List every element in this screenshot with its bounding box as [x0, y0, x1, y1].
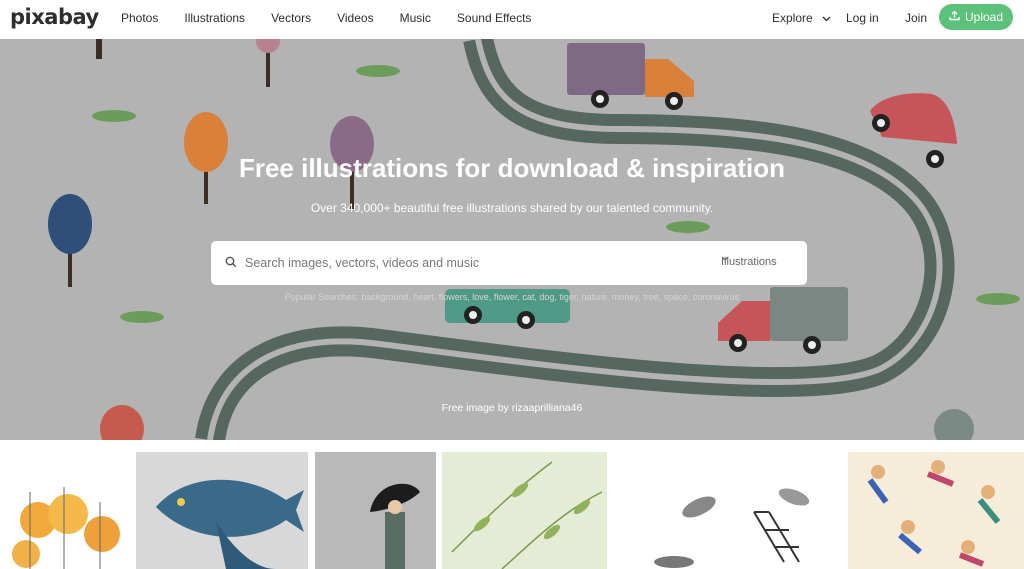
- thumbnail-cats[interactable]: [614, 452, 841, 569]
- nav-vectors[interactable]: Vectors: [271, 11, 311, 25]
- search-input[interactable]: [245, 241, 685, 285]
- search-type-label: Illustrations: [721, 256, 777, 268]
- explore-menu[interactable]: Explore: [772, 11, 831, 25]
- nav-photos[interactable]: Photos: [121, 11, 158, 25]
- login-link[interactable]: Log in: [846, 11, 879, 25]
- image-grid: [0, 452, 1024, 569]
- hero-title: Free illustrations for download & inspir…: [238, 153, 786, 183]
- nav-videos[interactable]: Videos: [337, 11, 373, 25]
- hero-banner: Free illustrations for download & inspir…: [0, 39, 1024, 440]
- upload-icon: [949, 10, 960, 24]
- explore-label: Explore: [772, 11, 813, 25]
- upload-label: Upload: [964, 10, 1004, 24]
- nav-sound-effects[interactable]: Sound Effects: [457, 11, 532, 25]
- thumbnail-leaves[interactable]: [442, 452, 607, 569]
- thumbnail-umbrella[interactable]: [315, 452, 436, 569]
- chevron-down-icon: [822, 14, 831, 25]
- search-bar: Illustrations: [211, 241, 807, 285]
- join-link[interactable]: Join: [905, 11, 927, 25]
- thumbnail-flowers[interactable]: [0, 452, 128, 569]
- thumbnail-yoga[interactable]: [848, 452, 1024, 569]
- pixabay-logo[interactable]: pixabay: [10, 5, 99, 29]
- top-navigation-bar: pixabay Photos Illustrations Vectors Vid…: [0, 0, 1024, 38]
- main-nav: Photos Illustrations Vectors Videos Musi…: [121, 11, 557, 25]
- upload-button[interactable]: Upload: [939, 4, 1013, 30]
- thumbnail-fish[interactable]: [136, 452, 308, 569]
- popular-searches: Popular Searches: background, heart, flo…: [284, 292, 740, 302]
- nav-illustrations[interactable]: Illustrations: [184, 11, 245, 25]
- hero-illustration: [48, 39, 1020, 440]
- hero-subtitle: Over 340,000+ beautiful free illustratio…: [310, 201, 714, 215]
- nav-music[interactable]: Music: [400, 11, 431, 25]
- image-credit[interactable]: Free image by rizaaprilliana46: [0, 402, 1024, 414]
- tree-pink: [256, 39, 280, 87]
- search-type-dropdown[interactable]: Illustrations: [721, 256, 785, 268]
- truck-purple: [567, 43, 694, 110]
